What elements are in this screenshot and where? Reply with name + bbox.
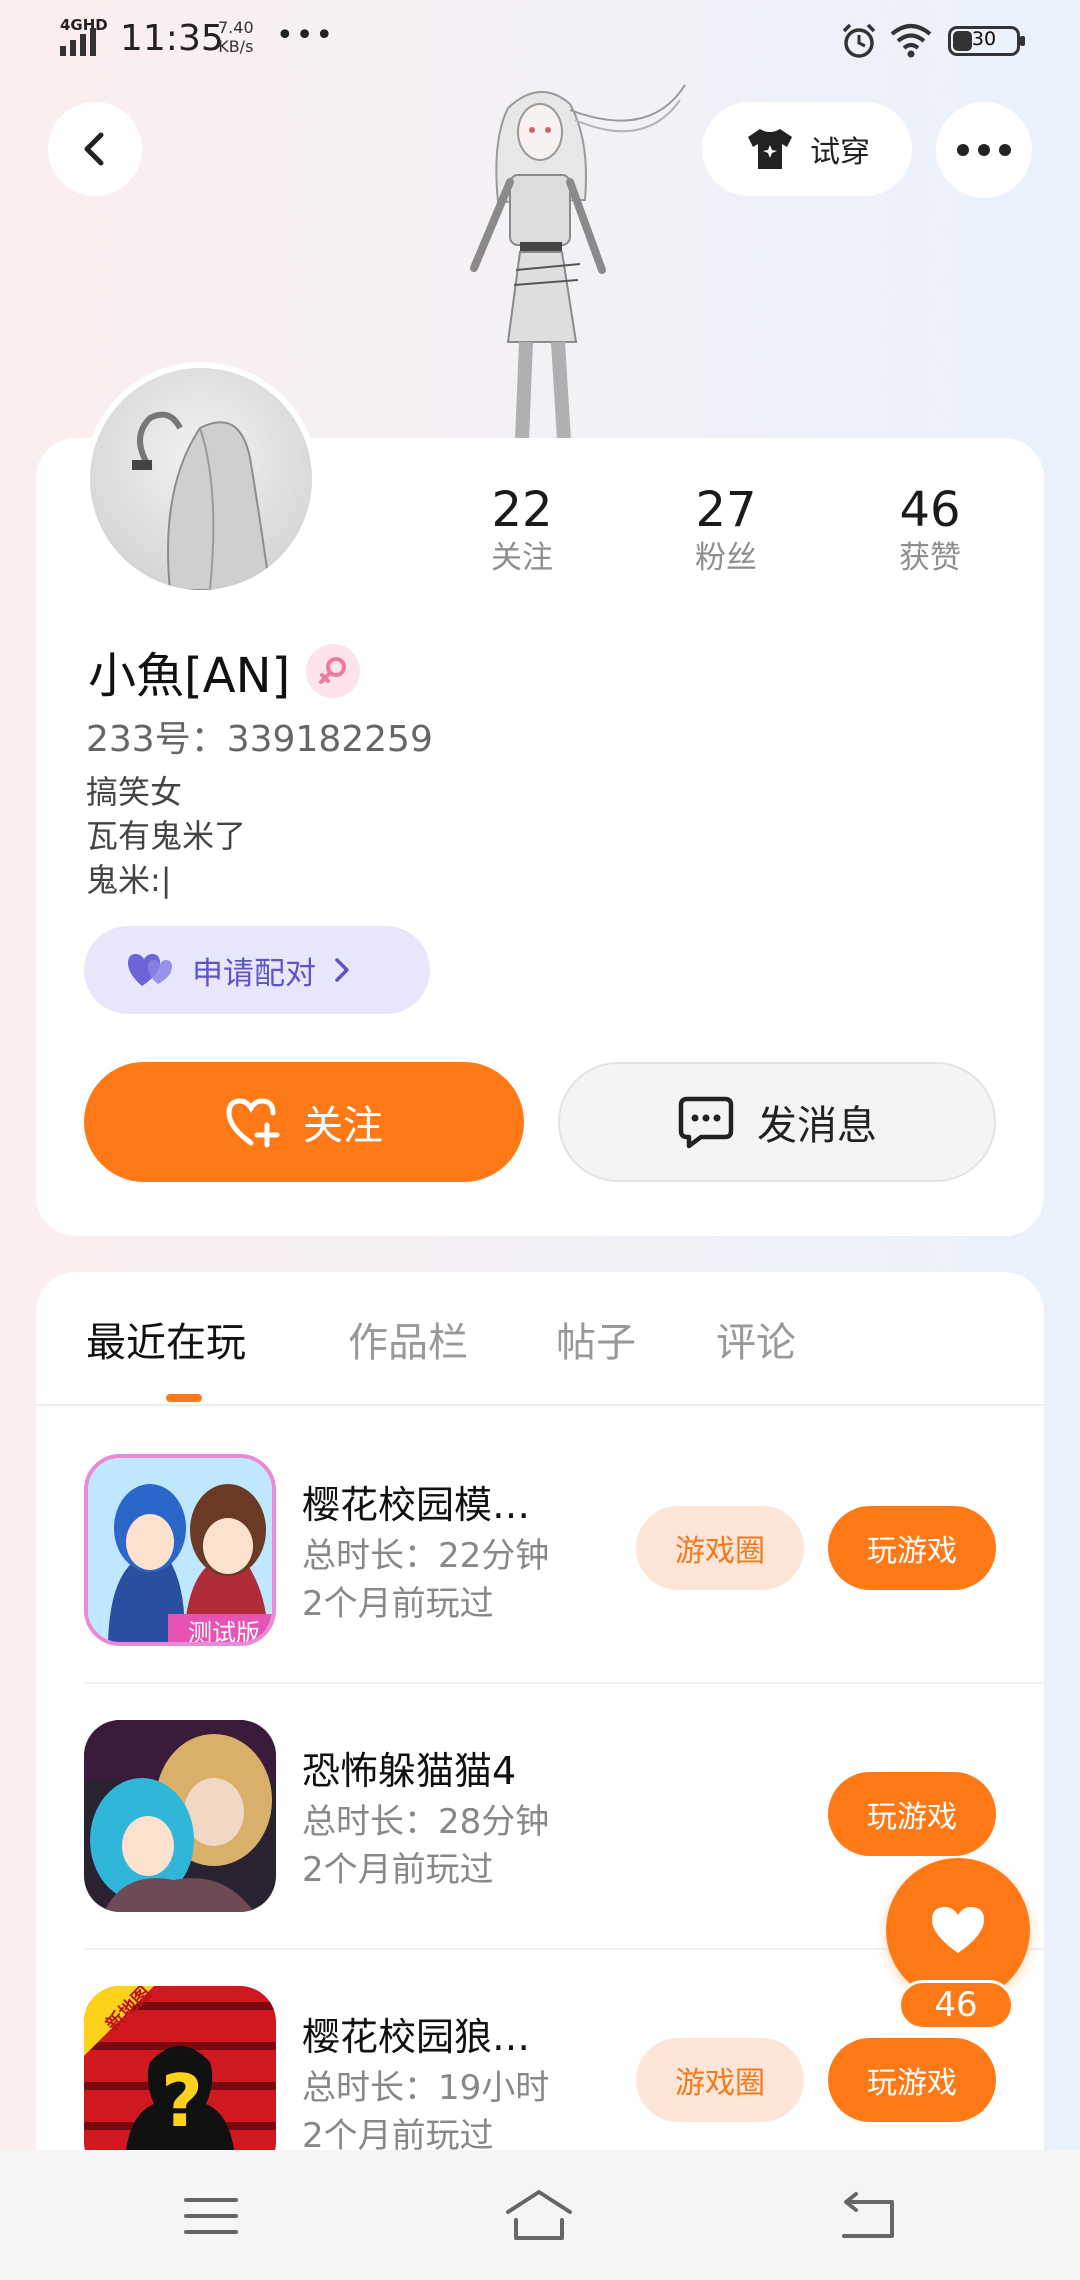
likes-stat[interactable]: 46 获赞 xyxy=(850,482,1010,578)
game-icon xyxy=(84,1720,276,1912)
username: 小魚[AN] xyxy=(88,648,291,704)
game-title: 樱花校园狼… xyxy=(302,2015,531,2059)
character-model xyxy=(470,84,686,440)
wifi-icon xyxy=(890,24,932,58)
tab-comments[interactable]: 评论 xyxy=(716,1310,796,1368)
likes-label: 获赞 xyxy=(899,540,961,576)
follow-label: 关注 xyxy=(303,1103,383,1149)
game-title: 恐怖躲猫猫4 xyxy=(302,1749,517,1793)
play-duration: 总时长：19小时 xyxy=(302,2068,550,2108)
home-icon[interactable] xyxy=(504,2186,574,2246)
back-button[interactable] xyxy=(48,102,142,196)
chat-bubble-icon xyxy=(678,1096,734,1149)
user-id: 233号：339182259 xyxy=(86,719,433,760)
back-nav-icon[interactable] xyxy=(834,2186,904,2246)
bio-line: 瓦有鬼米了 xyxy=(86,817,247,855)
play-duration: 总时长：22分钟 xyxy=(302,1536,550,1576)
avatar[interactable] xyxy=(84,362,318,596)
chevron-left-icon xyxy=(84,132,104,166)
network-speed: 7.40 KB/s xyxy=(218,18,254,56)
row-divider xyxy=(84,1682,1044,1684)
tshirt-icon xyxy=(748,129,792,169)
play-game-button[interactable]: 玩游戏 xyxy=(828,1772,996,1856)
more-dots-icon xyxy=(957,144,1011,156)
play-game-button[interactable]: 玩游戏 xyxy=(828,1506,996,1590)
bio: 搞笑女 瓦有鬼米了 鬼米:| xyxy=(86,770,246,902)
last-played: 2个月前玩过 xyxy=(302,1584,494,1624)
game-icon: 测试版 xyxy=(84,1454,276,1646)
more-options-button[interactable] xyxy=(936,102,1032,198)
following-label: 关注 xyxy=(491,540,553,576)
likes-count: 46 xyxy=(899,482,961,538)
tab-recently-played[interactable]: 最近在玩 xyxy=(86,1310,246,1368)
more-notifications-icon: ••• xyxy=(276,18,336,53)
tab-posts[interactable]: 帖子 xyxy=(556,1310,636,1368)
alarm-icon xyxy=(842,23,876,58)
game-circle-button[interactable]: 游戏圈 xyxy=(636,2038,804,2122)
tab-divider xyxy=(36,1404,1044,1406)
followers-stat[interactable]: 27 粉丝 xyxy=(646,482,806,578)
list-item[interactable]: 测试版 樱花校园模… 总时长：22分钟 2个月前玩过 游戏圈 玩游戏 xyxy=(84,1454,1044,1650)
active-tab-indicator xyxy=(166,1394,202,1402)
following-count: 22 xyxy=(491,482,553,538)
request-pair-label: 申请配对 xyxy=(192,955,316,992)
send-message-button[interactable]: 发消息 xyxy=(558,1062,996,1182)
system-nav-bar xyxy=(0,2150,1080,2280)
svg-text:?: ? xyxy=(161,2059,203,2143)
menu-icon[interactable] xyxy=(176,2186,246,2246)
battery-icon: 30 xyxy=(948,26,1025,56)
game-circle-button[interactable]: 游戏圈 xyxy=(636,1506,804,1590)
heart-icon xyxy=(932,1907,984,1953)
try-on-label: 试穿 xyxy=(810,135,870,170)
bio-line: 搞笑女 xyxy=(86,773,183,811)
followers-label: 粉丝 xyxy=(695,540,757,576)
play-game-button[interactable]: 玩游戏 xyxy=(828,2038,996,2122)
play-duration: 总时长：28分钟 xyxy=(302,1802,550,1842)
signal-icon xyxy=(60,28,96,56)
followers-count: 27 xyxy=(695,482,757,538)
tab-works[interactable]: 作品栏 xyxy=(348,1310,468,1368)
like-count: 46 xyxy=(898,1980,1014,2030)
female-icon xyxy=(306,644,361,698)
following-stat[interactable]: 22 关注 xyxy=(442,482,602,578)
send-message-label: 发消息 xyxy=(757,1103,877,1149)
heart-plus-icon xyxy=(226,1098,280,1148)
svg-text:测试版: 测试版 xyxy=(188,1619,260,1646)
game-title: 樱花校园模… xyxy=(302,1483,531,1527)
bio-line: 鬼米:| xyxy=(86,861,172,899)
follow-button[interactable]: 关注 xyxy=(84,1062,524,1182)
request-pair-button[interactable]: 申请配对 xyxy=(84,926,430,1014)
last-played: 2个月前玩过 xyxy=(302,1850,494,1890)
clock: 11:35 xyxy=(120,18,224,59)
try-on-button[interactable]: 试穿 xyxy=(702,102,912,196)
username-row: 小魚[AN] xyxy=(88,636,361,706)
chevron-right-icon xyxy=(335,958,349,982)
status-bar: 4GHD 11:35 7.40 KB/s ••• 30 xyxy=(0,0,1080,80)
hearts-icon xyxy=(128,954,172,986)
